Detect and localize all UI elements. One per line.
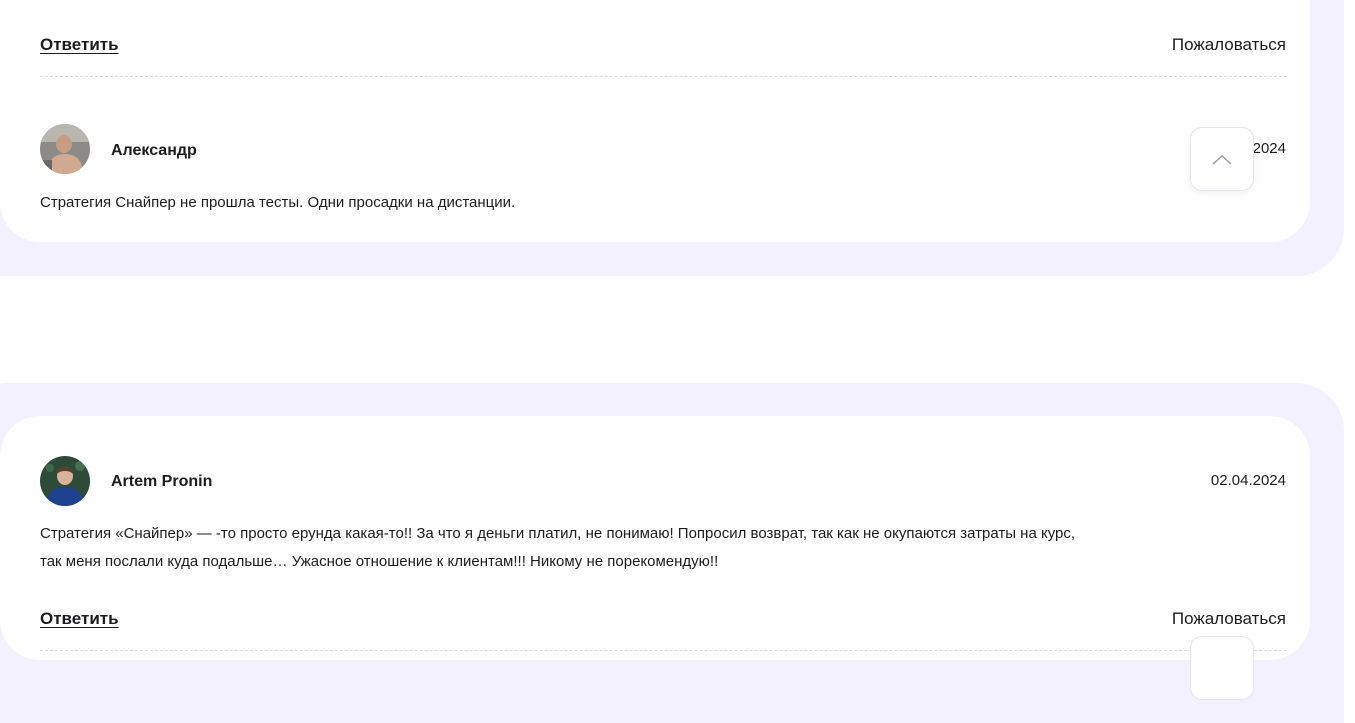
avatar [40,456,90,506]
complain-link[interactable]: Пожаловаться [1172,35,1286,55]
reply-link[interactable]: Ответить [40,609,119,629]
divider [40,650,1287,651]
divider [40,76,1287,77]
chevron-up-icon [1212,154,1232,165]
comment-author[interactable]: Artem Pronin [111,473,212,491]
scroll-top-button[interactable] [1190,127,1254,191]
comment-date: 2024 [1252,140,1286,157]
comment-text-line: так меня послали куда подальше… Ужасное … [40,553,719,570]
avatar [40,124,90,174]
reply-link[interactable]: Ответить [40,35,119,55]
comment-author[interactable]: Александр [111,142,197,160]
comment-date: 02.04.2024 [1210,472,1286,489]
scroll-top-button[interactable] [1190,636,1254,700]
comment-text: Стратегия Снайпер не прошла тесты. Одни … [40,194,516,211]
complain-link[interactable]: Пожаловаться [1172,609,1286,629]
comment-text-line: Стратегия «Снайпер» — -то просто ерунда … [40,525,1076,542]
